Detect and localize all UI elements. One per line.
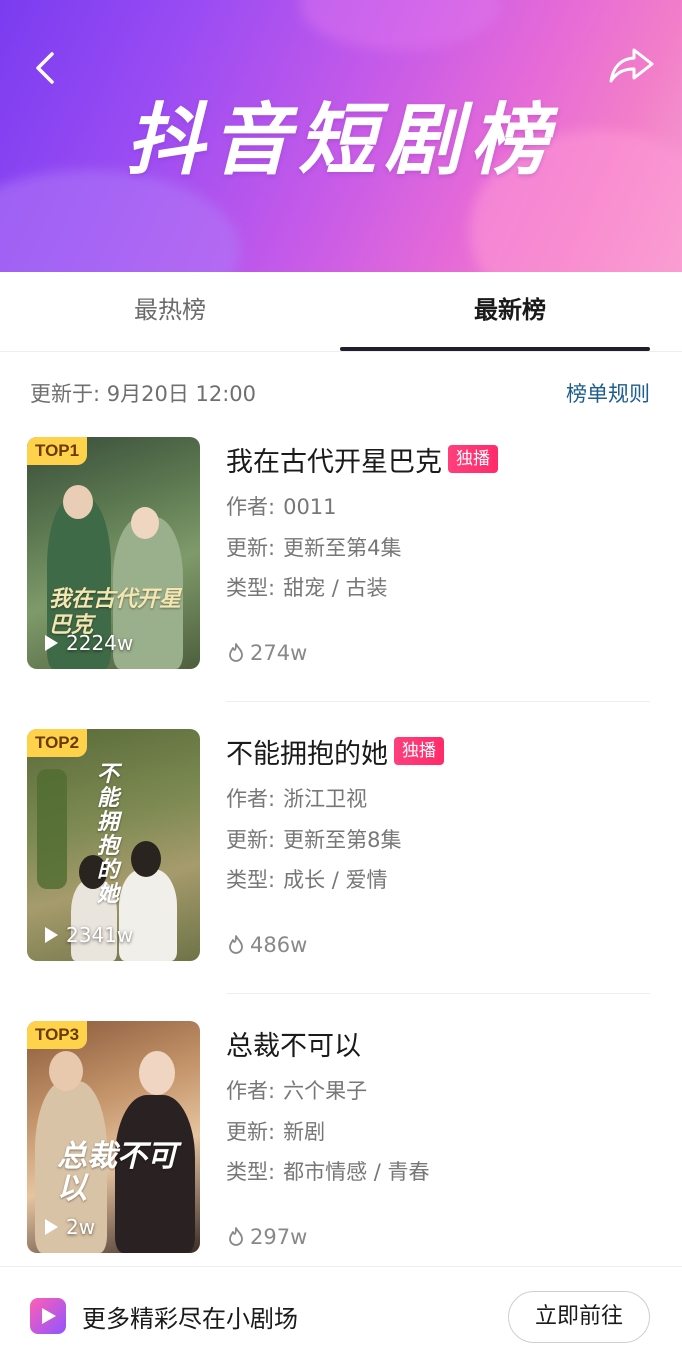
author-value: 浙江卫视	[283, 787, 368, 811]
play-count: 2w	[45, 1215, 95, 1239]
list-item[interactable]: 我在古代开星巴克 TOP1 2224w 我在古代开星巴克 独播 作者: 0011 …	[0, 437, 682, 729]
divider	[226, 993, 650, 994]
flame-icon	[229, 643, 243, 662]
author-row: 作者: 六个果子	[226, 1075, 367, 1105]
rules-link[interactable]: 榜单规则	[566, 378, 650, 408]
tab-hottest[interactable]: 最热榜	[0, 272, 340, 352]
exclusive-badge: 独播	[448, 445, 498, 473]
genre-row: 类型: 都市情感 / 青春	[226, 1156, 430, 1186]
poster-image[interactable]: 我在古代开星巴克 TOP1 2224w	[27, 437, 200, 669]
author-key: 作者:	[226, 495, 276, 519]
update-key: 更新:	[226, 536, 276, 560]
update-row: 更新: 更新至第4集	[226, 532, 401, 562]
drama-title[interactable]: 我在古代开星巴克	[226, 440, 442, 479]
tab-bar: 最热榜 最新榜	[0, 272, 682, 352]
promo-text: 更多精彩尽在小剧场	[82, 1305, 298, 1333]
heat-value: 486w	[250, 933, 308, 957]
poster-figure	[131, 507, 159, 539]
rank-badge: TOP3	[27, 1021, 88, 1049]
poster-title: 不能拥抱的她	[97, 762, 120, 907]
genre-key: 类型:	[226, 576, 276, 600]
drama-title[interactable]: 不能拥抱的她	[226, 732, 388, 771]
genre-value: 成长 / 爱情	[283, 868, 388, 892]
heat-value: 274w	[250, 641, 308, 665]
play-count-value: 2341w	[66, 923, 134, 947]
heat-value: 297w	[250, 1225, 308, 1249]
author-key: 作者:	[226, 1079, 276, 1103]
poster-figure	[131, 841, 161, 877]
play-icon	[45, 927, 58, 943]
bottom-promo-bar: 更多精彩尽在小剧场 立即前往	[0, 1266, 682, 1354]
active-tab-indicator	[340, 347, 650, 351]
tab-newest[interactable]: 最新榜	[340, 272, 680, 352]
update-value: 更新至第4集	[283, 536, 402, 560]
author-value: 六个果子	[283, 1079, 368, 1103]
genre-value: 都市情感 / 青春	[283, 1160, 430, 1184]
author-value: 0011	[283, 495, 337, 519]
poster-image[interactable]: 不能拥抱的她 TOP2 2341w	[27, 729, 200, 961]
play-icon	[45, 1219, 58, 1235]
flame-icon	[229, 935, 243, 954]
title-row: 我在古代开星巴克 独播	[226, 439, 498, 479]
drama-title[interactable]: 总裁不可以	[226, 1024, 361, 1063]
poster-image[interactable]: 总裁不可以 TOP3 2w	[27, 1021, 200, 1253]
heat-count: 297w	[226, 1225, 307, 1249]
genre-key: 类型:	[226, 1160, 276, 1184]
header-banner: 抖音短剧榜	[0, 0, 682, 272]
poster-figure	[63, 485, 93, 519]
go-now-button[interactable]: 立即前往	[508, 1291, 650, 1343]
heat-count: 486w	[226, 933, 307, 957]
author-row: 作者: 0011	[226, 491, 337, 521]
genre-row: 类型: 成长 / 爱情	[226, 864, 388, 894]
play-count-value: 2w	[66, 1215, 96, 1239]
poster-figure	[37, 769, 67, 889]
play-count: 2224w	[45, 631, 133, 655]
poster-figure	[139, 1051, 175, 1095]
poster-figure	[49, 1051, 83, 1091]
play-icon	[45, 635, 58, 651]
title-row: 不能拥抱的她 独播	[226, 731, 444, 771]
divider	[226, 701, 650, 702]
update-time: 更新于: 9月20日 12:00	[30, 382, 257, 406]
play-count-value: 2224w	[66, 631, 134, 655]
exclusive-badge: 独播	[394, 737, 444, 765]
genre-row: 类型: 甜宠 / 古装	[226, 572, 388, 602]
banner-decoration	[300, 0, 500, 50]
list-item[interactable]: 不能拥抱的她 TOP2 2341w 不能拥抱的她 独播 作者: 浙江卫视 更新: 更…	[0, 729, 682, 1021]
play-count: 2341w	[45, 923, 133, 947]
update-value: 更新至第8集	[283, 828, 402, 852]
flame-icon	[229, 1227, 243, 1246]
title-row: 总裁不可以	[226, 1023, 361, 1063]
poster-title: 总裁不可以	[57, 1139, 177, 1206]
genre-key: 类型:	[226, 868, 276, 892]
page-title: 抖音短剧榜	[125, 96, 556, 186]
author-key: 作者:	[226, 787, 276, 811]
author-row: 作者: 浙江卫视	[226, 783, 367, 813]
heat-count: 274w	[226, 641, 307, 665]
update-key: 更新:	[226, 1120, 276, 1144]
update-row: 更新: 更新至第8集	[226, 824, 401, 854]
update-value: 新剧	[283, 1120, 326, 1144]
mini-theater-icon	[30, 1298, 66, 1334]
rank-badge: TOP2	[27, 729, 88, 757]
rank-badge: TOP1	[27, 437, 88, 465]
update-row: 更新: 新剧	[226, 1116, 325, 1146]
update-key: 更新:	[226, 828, 276, 852]
genre-value: 甜宠 / 古装	[283, 576, 388, 600]
